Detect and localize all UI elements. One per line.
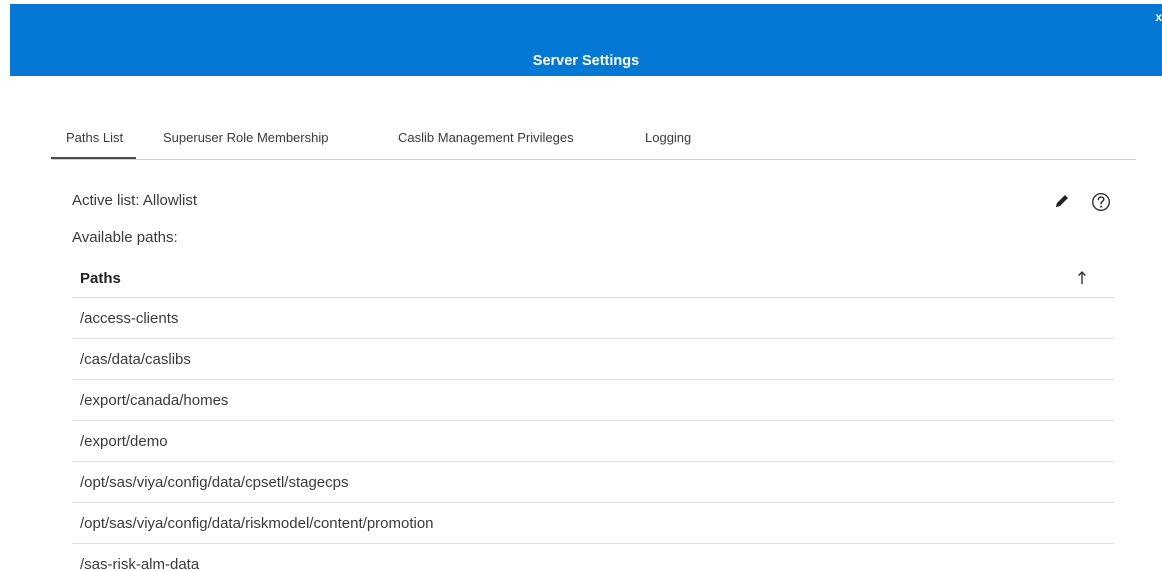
help-circle-icon[interactable] — [1091, 192, 1111, 212]
path-cell: /opt/sas/viya/config/data/riskmodel/cont… — [80, 515, 434, 532]
settings-tabs: Paths List Superuser Role Membership Cas… — [50, 126, 1136, 160]
paths-column-header[interactable]: Paths — [80, 269, 121, 289]
path-cell: /opt/sas/viya/config/data/cpsetl/stagecp… — [80, 474, 349, 491]
paths-table: Paths /access-clients /cas/data/caslibs … — [72, 258, 1114, 571]
close-icon[interactable]: x — [1155, 10, 1162, 24]
pencil-icon[interactable] — [1053, 192, 1071, 210]
path-cell: /export/demo — [80, 433, 168, 450]
table-row[interactable]: /access-clients — [72, 298, 1114, 339]
arrow-up-icon[interactable] — [1076, 270, 1088, 286]
server-settings-dialog: Server Settings x Paths List Superuser R… — [0, 0, 1162, 571]
table-header: Paths — [72, 258, 1114, 298]
dialog-header: Server Settings x — [10, 4, 1162, 76]
table-row[interactable]: /opt/sas/viya/config/data/riskmodel/cont… — [72, 503, 1114, 544]
dialog-title: Server Settings — [532, 53, 640, 69]
path-cell: /export/canada/homes — [80, 392, 229, 409]
path-cell: /cas/data/caslibs — [80, 351, 191, 368]
path-cell: /access-clients — [80, 310, 179, 327]
tab-superuser-role-membership[interactable]: Superuser Role Membership — [163, 129, 328, 147]
available-paths-label: Available paths: — [72, 229, 178, 246]
active-list-label: Active list: Allowlist — [72, 192, 198, 209]
table-row[interactable]: /opt/sas/viya/config/data/cpsetl/stagecp… — [72, 462, 1114, 503]
tab-logging[interactable]: Logging — [645, 129, 691, 147]
path-cell: /sas-risk-alm-data — [80, 556, 200, 571]
table-row[interactable]: /sas-risk-alm-data — [72, 544, 1114, 571]
table-row[interactable]: /cas/data/caslibs — [72, 339, 1114, 380]
table-row[interactable]: /export/demo — [72, 421, 1114, 462]
tab-caslib-management-privileges[interactable]: Caslib Management Privileges — [398, 129, 574, 147]
table-row[interactable]: /export/canada/homes — [72, 380, 1114, 421]
tab-paths-list[interactable]: Paths List — [50, 129, 137, 159]
